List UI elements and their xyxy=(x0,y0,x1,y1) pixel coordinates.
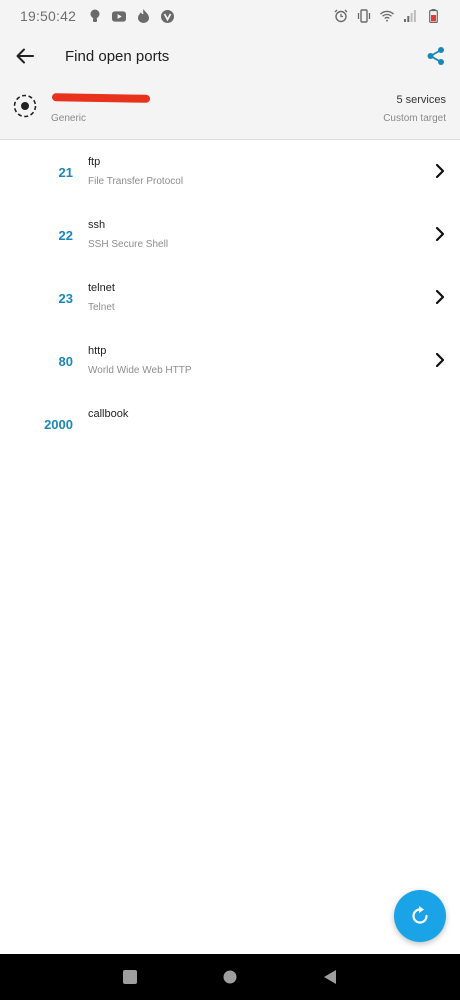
share-button[interactable] xyxy=(412,32,460,80)
port-description: World Wide Web HTTP xyxy=(88,365,192,376)
refresh-icon xyxy=(412,906,428,924)
refresh-button[interactable] xyxy=(394,890,446,942)
status-time: 19:50:42 xyxy=(20,8,77,24)
chevron-right-icon xyxy=(435,289,445,305)
alarm-icon xyxy=(334,9,348,23)
redacted-hostname xyxy=(51,93,151,103)
chevron-right-icon xyxy=(435,352,445,368)
port-number: 22 xyxy=(58,228,73,243)
target-kind: Custom target xyxy=(383,113,446,124)
port-number: 80 xyxy=(58,354,73,369)
back-button[interactable] xyxy=(0,32,50,80)
status-system-icons xyxy=(334,9,440,23)
vivaldi-icon xyxy=(160,9,174,23)
list-item[interactable]: 80 http World Wide Web HTTP xyxy=(0,330,460,393)
port-service-name: ssh xyxy=(88,219,106,231)
list-item[interactable]: 22 ssh SSH Secure Shell xyxy=(0,204,460,267)
wifi-icon xyxy=(380,9,394,23)
youtube-icon xyxy=(112,9,127,23)
arrow-back-icon xyxy=(16,48,34,64)
target-card[interactable]: Generic 5 services Custom target xyxy=(0,80,460,140)
signal-icon xyxy=(403,9,417,23)
status-bar: 19:50:42 xyxy=(0,0,460,32)
bulb-icon xyxy=(88,9,102,23)
port-number: 2000 xyxy=(44,417,73,432)
chevron-right-icon xyxy=(435,226,445,242)
port-list: 21 ftp File Transfer Protocol 22 ssh SSH… xyxy=(0,141,460,456)
square-icon xyxy=(123,970,137,984)
port-number: 21 xyxy=(58,165,73,180)
page-title: Find open ports xyxy=(65,47,170,65)
app-bar: Find open ports xyxy=(0,32,460,80)
triangle-back-icon xyxy=(324,970,336,984)
target-icon xyxy=(13,94,37,118)
circle-icon xyxy=(223,970,237,984)
list-item[interactable]: 23 telnet Telnet xyxy=(0,267,460,330)
system-nav-bar xyxy=(0,954,460,1000)
service-count: 5 services xyxy=(396,94,446,106)
port-service-name: http xyxy=(88,345,107,357)
port-description: SSH Secure Shell xyxy=(88,239,169,250)
home-button[interactable] xyxy=(210,957,250,997)
share-icon xyxy=(427,47,444,65)
list-item[interactable]: 21 ftp File Transfer Protocol xyxy=(0,141,460,204)
back-nav-button[interactable] xyxy=(310,957,350,997)
list-item[interactable]: 2000 callbook xyxy=(0,393,460,456)
port-description: Telnet xyxy=(88,302,115,313)
port-service-name: ftp xyxy=(88,156,101,168)
flame-icon xyxy=(136,9,150,23)
status-notification-icons xyxy=(88,9,174,23)
vibrate-icon xyxy=(357,9,371,23)
chevron-right-icon xyxy=(435,163,445,179)
port-service-name: callbook xyxy=(88,408,129,420)
port-service-name: telnet xyxy=(88,282,115,294)
port-number: 23 xyxy=(58,291,73,306)
target-type: Generic xyxy=(51,113,87,124)
battery-icon xyxy=(426,9,440,23)
port-description: File Transfer Protocol xyxy=(88,176,184,187)
recents-button[interactable] xyxy=(110,957,150,997)
